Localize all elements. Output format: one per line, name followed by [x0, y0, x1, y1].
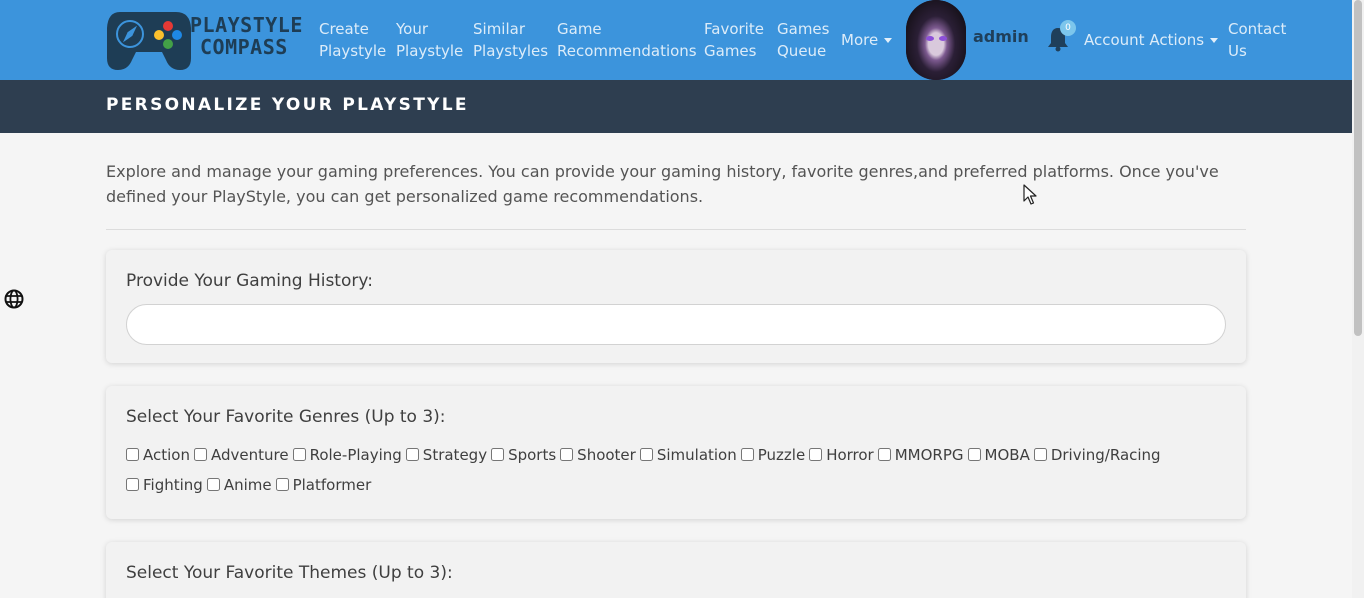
genre-option[interactable]: Puzzle	[740, 440, 809, 470]
genre-label: Sports	[508, 446, 557, 464]
nav-games-queue-line2: Queue	[777, 42, 827, 60]
genre-checkbox[interactable]	[292, 448, 306, 461]
brand-line-1: PLAYSTYLE	[190, 13, 303, 37]
nav-similar-playstyles-line1: Similar	[473, 20, 525, 38]
genre-checkbox[interactable]	[967, 448, 981, 461]
brand-line-2: COMPASS	[200, 35, 288, 59]
genre-label: Simulation	[656, 446, 737, 464]
gaming-history-label: Provide Your Gaming History:	[126, 271, 373, 291]
genre-label: MOBA	[984, 446, 1030, 464]
chevron-down-icon	[1210, 38, 1219, 43]
genre-option[interactable]: Sports	[491, 440, 560, 470]
genre-label: Shooter	[577, 446, 636, 464]
nav-game-recommendations[interactable]: Game Recommendations	[557, 18, 697, 62]
nav-favorite-games-line2: Games	[704, 42, 757, 60]
username[interactable]: admin	[973, 27, 1029, 46]
genre-checkbox[interactable]	[405, 448, 419, 461]
genre-option[interactable]: Platformer	[275, 470, 376, 500]
genre-label: Puzzle	[757, 446, 806, 464]
brand-logo[interactable]: PLAYSTYLE COMPASS	[106, 10, 302, 72]
nav-more-dropdown[interactable]: More	[841, 29, 893, 51]
genre-checkbox[interactable]	[1033, 448, 1047, 461]
nav-create-playstyle-line2: Playstyle	[319, 42, 387, 60]
gamepad-logo-icon	[107, 12, 191, 70]
genre-option[interactable]: Shooter	[560, 440, 640, 470]
genre-option[interactable]: Role-Playing	[292, 440, 406, 470]
mouse-cursor-icon	[1023, 184, 1037, 205]
genre-checkbox[interactable]	[560, 448, 574, 461]
divider	[106, 229, 1246, 230]
intro-text: Explore and manage your gaming preferenc…	[106, 162, 1219, 206]
genre-checkbox[interactable]	[126, 478, 139, 491]
brand-wordmark: PLAYSTYLE COMPASS	[190, 14, 303, 58]
nav-similar-playstyles-line2: Playstyles	[473, 42, 549, 60]
avatar[interactable]	[906, 0, 966, 80]
notification-count-badge: 0	[1060, 20, 1076, 36]
genre-checkbox[interactable]	[193, 448, 207, 461]
globe-icon[interactable]	[4, 289, 24, 309]
genre-checkbox[interactable]	[126, 448, 139, 461]
avatar-image	[906, 0, 966, 80]
genre-label: Platformer	[292, 476, 372, 494]
genre-checkbox[interactable]	[491, 448, 505, 461]
themes-label: Select Your Favorite Themes (Up to 3):	[126, 563, 453, 583]
genre-checkbox[interactable]	[206, 478, 220, 491]
genre-checkbox[interactable]	[740, 448, 754, 461]
genre-label: MMORPG	[894, 446, 964, 464]
nav-your-playstyle-line2: Playstyle	[396, 42, 464, 60]
genre-label: Fighting	[143, 476, 203, 494]
nav-contact-us-line1: Contact	[1228, 20, 1287, 38]
genre-option[interactable]: Action	[126, 440, 194, 470]
genre-option[interactable]: MOBA	[967, 440, 1034, 470]
genres-label: Select Your Favorite Genres (Up to 3):	[126, 407, 446, 427]
avatar-eye-right	[939, 36, 947, 41]
nav-favorite-games-line1: Favorite	[704, 20, 764, 38]
nav-account-actions-label: Account Actions	[1084, 31, 1205, 49]
themes-card: Select Your Favorite Themes (Up to 3):	[106, 542, 1246, 598]
nav-similar-playstyles[interactable]: Similar Playstyles	[473, 18, 548, 62]
nav-contact-us-line2: Us	[1228, 42, 1247, 60]
genre-option[interactable]: Anime	[206, 470, 276, 500]
genre-option[interactable]: Adventure	[193, 440, 293, 470]
genre-option[interactable]: Horror	[809, 440, 878, 470]
nav-game-recommendations-line2: Recommendations	[557, 42, 697, 60]
genre-checkbox-list: Action Adventure Role-Playing Strategy Sport…	[126, 440, 1226, 500]
nav-your-playstyle-line1: Your	[396, 20, 429, 38]
nav-games-queue[interactable]: Games Queue	[777, 18, 829, 62]
genre-label: Role-Playing	[309, 446, 402, 464]
avatar-eye-left	[926, 36, 934, 41]
nav-game-recommendations-line1: Game	[557, 20, 602, 38]
genre-option[interactable]: Fighting	[126, 470, 207, 500]
nav-games-queue-line1: Games	[777, 20, 830, 38]
genre-label: Strategy	[422, 446, 488, 464]
genre-option[interactable]: Driving/Racing	[1033, 440, 1165, 470]
genre-checkbox[interactable]	[275, 478, 289, 491]
page-title: PERSONALIZE YOUR PLAYSTYLE	[106, 95, 469, 115]
gaming-history-card: Provide Your Gaming History:	[106, 250, 1246, 363]
nav-more-label: More	[841, 31, 879, 49]
genre-label: Horror	[826, 446, 874, 464]
nav-account-actions-dropdown[interactable]: Account Actions	[1084, 29, 1219, 51]
genre-checkbox[interactable]	[877, 448, 891, 461]
genres-card: Select Your Favorite Genres (Up to 3): A…	[106, 386, 1246, 519]
genre-option[interactable]: Strategy	[405, 440, 491, 470]
genre-checkbox[interactable]	[639, 448, 653, 461]
genre-option[interactable]: Simulation	[639, 440, 741, 470]
genre-label: Action	[143, 446, 190, 464]
gaming-history-input[interactable]	[126, 304, 1226, 345]
nav-create-playstyle-line1: Create	[319, 20, 369, 38]
genre-label: Driving/Racing	[1050, 446, 1161, 464]
chevron-down-icon	[884, 38, 893, 43]
nav-create-playstyle[interactable]: Create Playstyle	[319, 18, 386, 62]
genre-checkbox[interactable]	[809, 448, 823, 461]
genre-option[interactable]: MMORPG	[877, 440, 968, 470]
nav-your-playstyle[interactable]: Your Playstyle	[396, 18, 463, 62]
scrollbar-thumb[interactable]	[1354, 0, 1362, 336]
nav-contact-us[interactable]: Contact Us	[1228, 18, 1286, 62]
nav-favorite-games[interactable]: Favorite Games	[704, 18, 764, 62]
genre-label: Anime	[223, 476, 272, 494]
genre-label: Adventure	[210, 446, 289, 464]
